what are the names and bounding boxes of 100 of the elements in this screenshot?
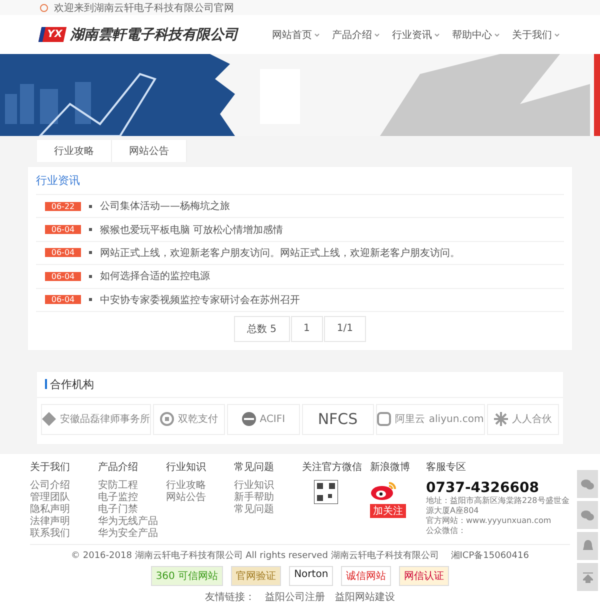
tab[interactable]: 行业攻略: [37, 140, 112, 162]
footer-heading: 常见问题: [234, 460, 275, 474]
trust-badge[interactable]: 网信认证: [399, 566, 450, 586]
footer-link[interactable]: 华为无线产品: [98, 516, 166, 528]
footer-heading: 关于我们: [30, 460, 71, 474]
star-logo-icon: [494, 412, 508, 426]
panel-title: 行业资讯: [36, 171, 564, 195]
phone-number: 0737-4326608: [426, 480, 540, 496]
partner-name: 人人合伙: [512, 413, 552, 426]
trust-badge[interactable]: 360 可信网站: [150, 566, 224, 586]
side-button[interactable]: [577, 532, 598, 560]
back-to-top-button[interactable]: [577, 563, 598, 591]
circle-logo-icon: [242, 412, 256, 426]
partner-logo[interactable]: 双乾支付: [153, 404, 226, 435]
nav-link[interactable]: 网站首页: [272, 28, 320, 42]
trust-badge[interactable]: Norton: [289, 566, 334, 586]
footer-heading: 关注官方微信: [302, 460, 363, 474]
bullet-icon: [89, 204, 92, 208]
news-link[interactable]: 网站正式上线，欢迎新老客户朋友访问。网站正式上线，欢迎新老客户朋友访问。: [100, 246, 460, 260]
partner-name: 安徽品磊律师事务所: [60, 412, 150, 426]
tab[interactable]: 网站公告: [112, 140, 187, 162]
bullet-icon: [89, 298, 92, 302]
chevron-icon: [554, 32, 560, 36]
partner-logo[interactable]: 人人合伙: [486, 404, 560, 435]
news-link[interactable]: 如何选择合适的监控电源: [100, 269, 210, 284]
section-title: 合作机构: [50, 376, 94, 392]
contact-info: 地址：益阳市高新区海棠路228号盛世金源大厦A座804: [426, 496, 570, 516]
contact-info: 公众微信：: [426, 526, 467, 536]
footer-link[interactable]: 法律声明: [30, 516, 98, 528]
bullet-icon: [89, 274, 92, 278]
footer-heading: 新浪微博: [370, 460, 411, 474]
footer-link[interactable]: 联系我们: [30, 528, 98, 540]
bullet-icon: [89, 251, 92, 254]
partner-name: 阿里云: [394, 413, 425, 426]
date-badge: 06-04: [45, 248, 81, 258]
partner-logo[interactable]: 安徽品磊律师事务所: [41, 404, 151, 435]
footer-heading: 行业知识: [166, 460, 207, 474]
date-badge: 06-04: [45, 225, 81, 234]
partner-logo[interactable]: NFCS: [302, 404, 374, 435]
partner-logo[interactable]: 阿里云 aliyun.com: [376, 404, 485, 435]
icp-number: 湘ICP备15060416: [450, 550, 529, 562]
date-badge: 06-22: [45, 202, 81, 211]
welcome-text: 欢迎来到湖南云轩电子科技有限公司官网: [54, 2, 234, 14]
pagination-button[interactable]: 1: [290, 316, 323, 342]
nav-link[interactable]: 帮助中心: [452, 28, 500, 42]
contact-info: 官方网站：www.yyyunxuan.com: [426, 516, 552, 526]
partner-name: ACIFI: [260, 414, 286, 425]
chevron-icon: [374, 32, 380, 36]
chevron-icon: [314, 32, 320, 36]
footer-heading: 产品介绍: [98, 460, 139, 474]
footer-link[interactable]: 隐私声明: [30, 504, 98, 516]
nav-link[interactable]: 行业资讯: [392, 28, 440, 42]
footer-heading: 客服专区: [426, 460, 467, 474]
date-badge: 06-04: [45, 295, 81, 304]
partner-name: 双乾支付: [178, 412, 218, 426]
pagination-button[interactable]: 总数 5: [234, 316, 290, 342]
follow-button[interactable]: 加关注: [370, 504, 406, 518]
footer-link[interactable]: 新手帮助: [234, 492, 302, 504]
friend-link[interactable]: 益阳公司注册: [265, 590, 325, 604]
footer-link[interactable]: 行业知识: [234, 480, 302, 492]
qr-code-icon: [314, 480, 338, 504]
news-link[interactable]: 中安协专家委视频监控专家研讨会在苏州召开: [100, 292, 300, 307]
trust-badge[interactable]: 官网验证: [231, 566, 282, 586]
diamond-logo-icon: [42, 412, 56, 426]
copyright-text: © 2016-2018 湖南云轩电子科技有限公司 All rights reserved 湖南云轩电子科技有限公司: [71, 550, 439, 562]
partner-name: NFCS: [318, 410, 358, 428]
nav-link[interactable]: 关于我们: [512, 28, 560, 42]
date-badge: 06-04: [45, 272, 81, 281]
side-button[interactable]: [577, 470, 598, 498]
footer-link[interactable]: 公司介绍: [30, 480, 98, 492]
back-to-top-icon: [582, 572, 592, 582]
bullet-icon: [89, 228, 92, 232]
nav-link[interactable]: 产品介绍: [332, 28, 380, 42]
pagination-button[interactable]: 1/1: [324, 316, 366, 342]
accent-bar: [45, 379, 47, 390]
footer-link[interactable]: 常见问题: [234, 504, 302, 516]
footer-link[interactable]: 电子监控: [98, 492, 166, 504]
coin-logo-icon: [160, 412, 174, 426]
chat-icon: [581, 478, 594, 490]
weibo-icon: [370, 480, 398, 500]
partner-logo[interactable]: ACIFI: [227, 404, 300, 435]
footer-link[interactable]: 管理团队: [30, 492, 98, 504]
trust-badge[interactable]: 诚信网站: [341, 566, 392, 586]
footer-link[interactable]: 行业攻略: [166, 480, 234, 492]
chat-icon: [581, 510, 594, 520]
footer-link[interactable]: 电子门禁: [98, 504, 166, 516]
footer-link[interactable]: 华为安全产品: [98, 528, 166, 540]
links-label: 友情链接：: [205, 590, 255, 604]
smile-icon: [40, 4, 48, 12]
chevron-icon: [494, 32, 500, 36]
news-link[interactable]: 公司集体活动——杨梅坑之旅: [100, 199, 230, 214]
footer-link[interactable]: 安防工程: [98, 480, 166, 492]
company-name: 湖南雲軒電子科技有限公司: [70, 26, 238, 44]
footer-link[interactable]: 网站公告: [166, 492, 234, 504]
friend-link[interactable]: 益阳网站建设: [335, 590, 395, 604]
side-button[interactable]: [577, 501, 598, 529]
news-link[interactable]: 猴猴也爱玩平板电脑 可放松心情增加感情: [100, 222, 284, 237]
chevron-icon: [434, 32, 440, 36]
logo-mark: YX: [38, 27, 67, 42]
partner-domain: aliyun.com: [428, 414, 484, 425]
